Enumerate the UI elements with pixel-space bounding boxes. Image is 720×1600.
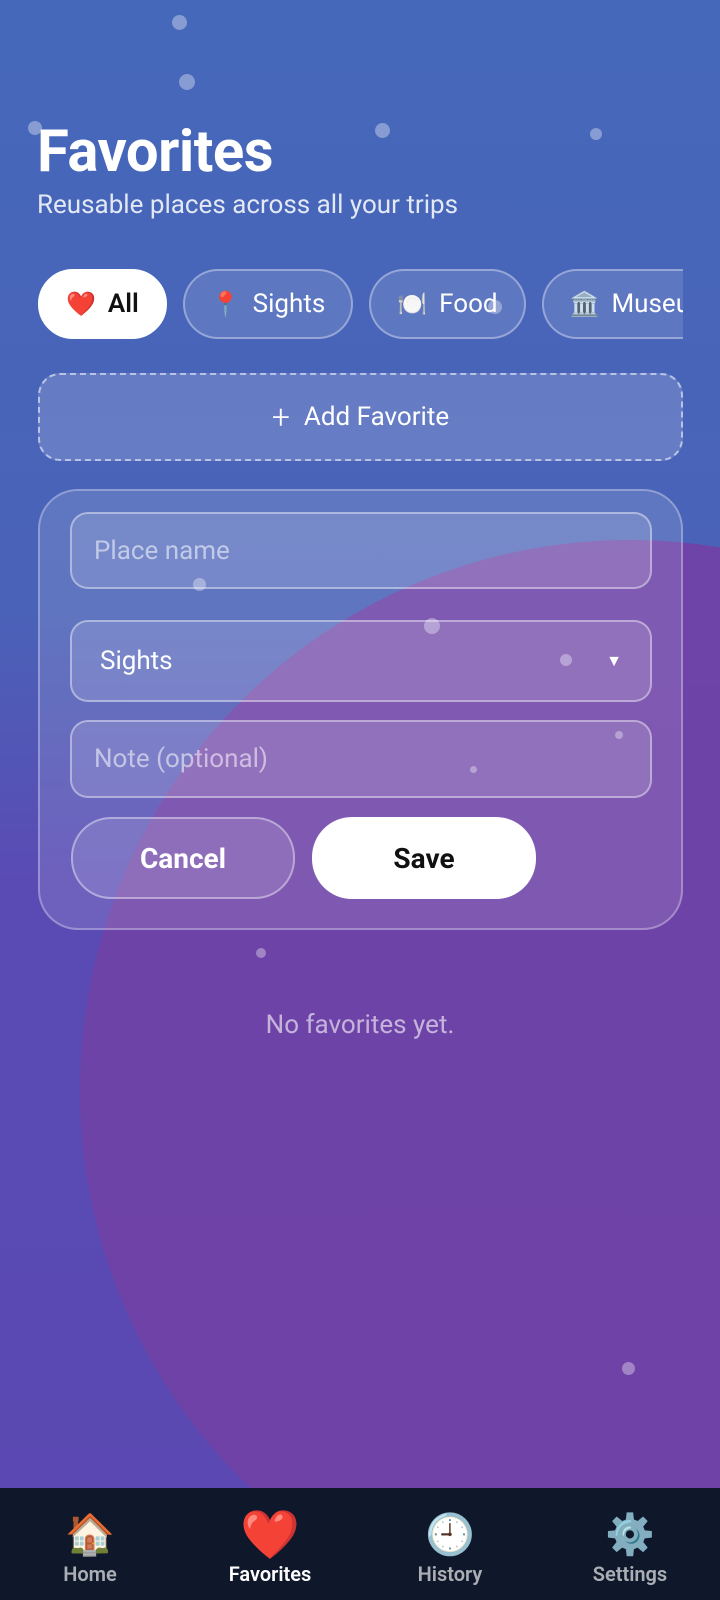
add-favorite-label: Add Favorite bbox=[303, 402, 450, 432]
plus-icon: + bbox=[271, 398, 290, 436]
category-filter-bar: ❤️ All 📍 Sights 🍽️ Food 🏛️ Museums bbox=[38, 269, 683, 339]
nav-item-favorites[interactable]: ❤️ Favorites bbox=[180, 1488, 360, 1600]
nav-item-home[interactable]: 🏠 Home bbox=[0, 1488, 180, 1600]
nav-label: Home bbox=[63, 1562, 117, 1586]
nav-item-settings[interactable]: ⚙️ Settings bbox=[540, 1488, 720, 1600]
gear-icon: ⚙️ bbox=[605, 1511, 655, 1558]
note-placeholder: Note (optional) bbox=[94, 744, 268, 774]
filter-chip-sights[interactable]: 📍 Sights bbox=[182, 269, 354, 339]
page-subtitle: Reusable places across all your trips bbox=[37, 190, 459, 220]
favorites-screen: Favorites Reusable places across all you… bbox=[0, 0, 720, 1600]
home-icon: 🏠 bbox=[65, 1511, 115, 1558]
category-select[interactable]: Sights ▼ bbox=[70, 620, 652, 702]
pin-icon: 📍 bbox=[210, 290, 241, 318]
nav-label: History bbox=[417, 1562, 483, 1586]
filter-chip-all[interactable]: ❤️ All bbox=[38, 269, 167, 339]
bottom-navigation: 🏠 Home ❤️ Favorites 🕘 History ⚙️ Setting… bbox=[0, 1488, 720, 1600]
clock-icon: 🕘 bbox=[425, 1511, 475, 1558]
page-title: Favorites bbox=[37, 118, 274, 186]
filter-chip-museums[interactable]: 🏛️ Museums bbox=[541, 269, 683, 339]
note-input[interactable]: Note (optional) bbox=[70, 720, 652, 798]
nav-label: Favorites bbox=[228, 1562, 312, 1586]
filter-chip-label: Food bbox=[439, 289, 498, 319]
empty-state-message: No favorites yet. bbox=[265, 1010, 455, 1040]
filter-chip-food[interactable]: 🍽️ Food bbox=[369, 269, 526, 339]
museum-icon: 🏛️ bbox=[569, 290, 600, 318]
filter-chip-label: All bbox=[107, 289, 139, 319]
filter-chip-label: Sights bbox=[252, 289, 326, 319]
place-name-input[interactable]: Place name bbox=[70, 512, 652, 589]
nav-item-history[interactable]: 🕘 History bbox=[360, 1488, 540, 1600]
filter-chip-label: Museums bbox=[611, 289, 683, 319]
place-name-placeholder: Place name bbox=[94, 535, 230, 566]
chevron-down-icon: ▼ bbox=[606, 651, 622, 670]
add-favorite-button[interactable]: + Add Favorite bbox=[38, 373, 683, 461]
plate-icon: 🍽️ bbox=[397, 290, 428, 318]
category-select-value: Sights bbox=[100, 646, 173, 676]
nav-label: Settings bbox=[592, 1562, 668, 1586]
save-button[interactable]: Save bbox=[312, 817, 536, 899]
cancel-button[interactable]: Cancel bbox=[71, 817, 295, 899]
heart-icon: ❤️ bbox=[66, 290, 96, 318]
heart-icon: ❤️ bbox=[240, 1506, 300, 1563]
add-favorite-form: Place name Sights ▼ Note (optional) Canc… bbox=[38, 489, 683, 930]
